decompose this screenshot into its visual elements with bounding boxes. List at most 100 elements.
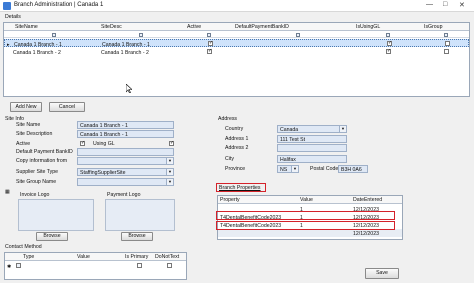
filter-site-desc[interactable]	[139, 32, 143, 37]
row-site-desc: Canada 1 Branch - 1	[102, 41, 150, 48]
property-row-highlight	[216, 221, 395, 230]
row-site-name: Canada 1 Branch - 2	[13, 49, 61, 56]
chevron-down-icon[interactable]: ▼	[291, 166, 298, 172]
col-is-using-gl[interactable]: IsUsingGL	[356, 24, 380, 30]
row-site-name: Canada 1 Branch - 1	[14, 41, 62, 48]
chevron-down-icon[interactable]: ▼	[339, 126, 346, 132]
col-site-desc[interactable]: SiteDesc	[101, 24, 122, 30]
row-is-group-checkbox[interactable]	[445, 41, 450, 46]
city-label: City	[225, 156, 234, 162]
address1-label: Address 1	[225, 136, 249, 142]
row-active-checkbox[interactable]: ✓	[207, 49, 212, 54]
country-value: Canada	[280, 127, 299, 133]
col-type[interactable]: Type	[23, 254, 34, 260]
filter-active[interactable]	[207, 32, 211, 37]
payment-logo-image	[105, 199, 175, 231]
invoice-logo-label: Invoice Logo	[20, 192, 50, 198]
chevron-down-icon[interactable]: ▼	[166, 169, 173, 175]
table-row[interactable]: 12/12/2023	[218, 229, 402, 237]
save-button[interactable]: Save	[365, 268, 399, 279]
col-site-name[interactable]: SiteName	[15, 24, 38, 30]
toolbar-icon[interactable]: ▦	[5, 189, 10, 195]
grid-header: SiteName SiteDesc Active DefaultPaymentB…	[4, 23, 469, 31]
site-desc-input[interactable]: Canada 1 Branch - 1	[77, 130, 174, 138]
default-bank-label: Default Payment BankID	[16, 149, 73, 155]
cancel-button[interactable]: Cancel	[49, 102, 85, 112]
invoice-browse-button[interactable]: Browse	[36, 232, 68, 241]
row-pointer-icon: ▸	[7, 41, 10, 48]
filter-site-name[interactable]	[52, 32, 56, 37]
contact-grid-header: Type Value Is Primary DoNotText	[5, 253, 186, 261]
branch-grid[interactable]: SiteName SiteDesc Active DefaultPaymentB…	[3, 22, 470, 97]
details-label: Details	[5, 14, 21, 20]
row-active-checkbox[interactable]: ✓	[208, 41, 213, 46]
add-new-button[interactable]: Add New	[10, 102, 42, 112]
col-default-bank[interactable]: DefaultPaymentBankID	[235, 24, 289, 30]
col-do-not-text[interactable]: DoNotText	[155, 254, 179, 260]
filter-is-using-gl[interactable]	[386, 32, 390, 37]
app-icon	[3, 2, 11, 10]
address2-label: Address 2	[225, 145, 249, 151]
row-site-desc: Canada 1 Branch - 2	[101, 49, 149, 56]
country-label: Country	[225, 126, 244, 132]
address1-input[interactable]: 111 Test St	[277, 135, 347, 143]
site-group-label: Site Group Name	[16, 179, 57, 185]
country-dropdown[interactable]: Canada ▼	[277, 125, 347, 133]
table-row[interactable]: Canada 1 Branch - 2 Canada 1 Branch - 2 …	[4, 48, 469, 56]
filter-default-bank[interactable]	[296, 32, 300, 37]
col-active[interactable]: Active	[187, 24, 201, 30]
new-row-icon: ✱	[7, 263, 12, 270]
address2-input[interactable]	[277, 144, 347, 152]
supplier-type-dropdown[interactable]: StaffingSupplierSite ▼	[77, 168, 174, 176]
default-bank-input[interactable]	[77, 148, 174, 156]
close-icon[interactable]: ✕	[459, 1, 465, 9]
chevron-down-icon[interactable]: ▼	[166, 158, 173, 164]
payment-browse-button[interactable]: Browse	[121, 232, 153, 241]
contact-method-grid[interactable]: Type Value Is Primary DoNotText ✱	[4, 252, 187, 280]
province-label: Province	[225, 166, 246, 172]
copy-info-dropdown[interactable]: ▼	[77, 157, 174, 165]
contact-method-title: Contact Method	[5, 244, 42, 250]
postal-code-label: Postal Code	[310, 166, 339, 172]
col-value[interactable]: Value	[300, 197, 313, 203]
date-cell: 12/12/2023	[353, 230, 379, 237]
properties-header: Property Value DateEntered	[218, 196, 402, 204]
mouse-cursor-icon	[126, 84, 132, 93]
supplier-type-value: StaffingSupplierSite	[80, 170, 126, 176]
supplier-type-label: Supplier Site Type	[16, 169, 59, 175]
col-is-primary[interactable]: Is Primary	[125, 254, 148, 260]
invoice-logo-image	[18, 199, 94, 231]
title-bar: Branch Administration | Canada 1 — □ ✕	[0, 0, 474, 12]
is-primary-checkbox[interactable]	[137, 263, 142, 268]
city-input[interactable]: Halifax	[277, 155, 347, 163]
active-checkbox[interactable]: ✓	[80, 141, 85, 146]
province-dropdown[interactable]: NS ▼	[277, 165, 299, 173]
table-row[interactable]: ▸ Canada 1 Branch - 1 Canada 1 Branch - …	[4, 39, 469, 48]
col-property[interactable]: Property	[220, 197, 240, 203]
col-value[interactable]: Value	[77, 254, 90, 260]
table-row[interactable]: ✱	[5, 262, 186, 270]
site-name-input[interactable]: Canada 1 Branch - 1	[77, 121, 174, 129]
site-group-dropdown[interactable]: ▼	[77, 178, 174, 186]
row-using-gl-checkbox[interactable]: ✓	[387, 41, 392, 46]
branch-properties-title[interactable]: Branch Properties	[219, 185, 261, 191]
chevron-down-icon[interactable]: ▼	[166, 179, 173, 185]
row-using-gl-checkbox[interactable]: ✓	[386, 49, 391, 54]
filter-is-group[interactable]	[444, 32, 448, 37]
col-is-group[interactable]: IsGroup	[424, 24, 442, 30]
payment-logo-label: Payment Logo	[107, 192, 141, 198]
using-gl-checkbox[interactable]: ✓	[169, 141, 174, 146]
site-desc-value: Canada 1 Branch - 1	[80, 132, 128, 138]
row-is-group-checkbox[interactable]	[444, 49, 449, 54]
type-dropdown[interactable]	[16, 263, 21, 268]
city-value: Halifax	[280, 157, 296, 163]
postal-code-value: B3H 0A6	[341, 167, 362, 173]
property-row-highlight	[216, 211, 395, 220]
do-not-text-checkbox[interactable]	[167, 263, 172, 268]
minimize-icon[interactable]: —	[426, 1, 433, 8]
site-name-value: Canada 1 Branch - 1	[80, 123, 128, 129]
postal-code-input[interactable]: B3H 0A6	[338, 165, 368, 173]
col-date-entered[interactable]: DateEntered	[353, 197, 382, 203]
active-label: Active	[16, 141, 31, 147]
maximize-icon[interactable]: □	[443, 1, 447, 8]
